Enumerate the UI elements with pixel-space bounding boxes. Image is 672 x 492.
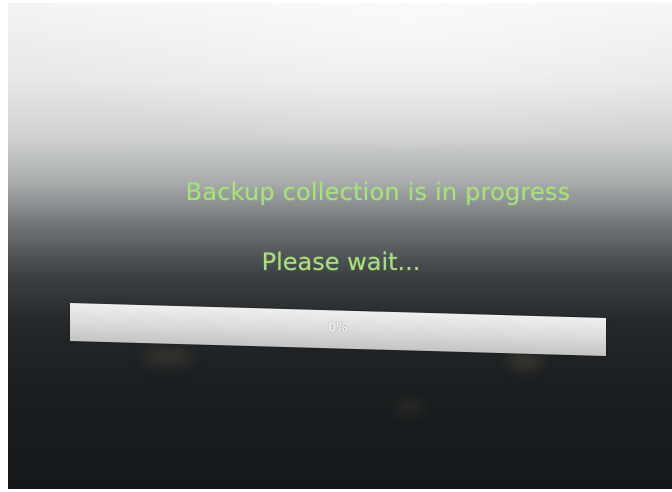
backup-progress-bar: 0% <box>70 303 606 356</box>
wait-message: Please wait... <box>261 248 421 276</box>
backup-status-title: Backup collection is in progress <box>185 178 571 206</box>
screen-reflection <box>508 353 542 369</box>
screen-reflection <box>143 348 193 366</box>
progress-percent-label: 0% <box>328 320 348 335</box>
screen-reflection <box>396 401 422 413</box>
screen-glare <box>8 3 672 153</box>
backup-screen: Backup collection is in progress Please … <box>8 3 672 489</box>
